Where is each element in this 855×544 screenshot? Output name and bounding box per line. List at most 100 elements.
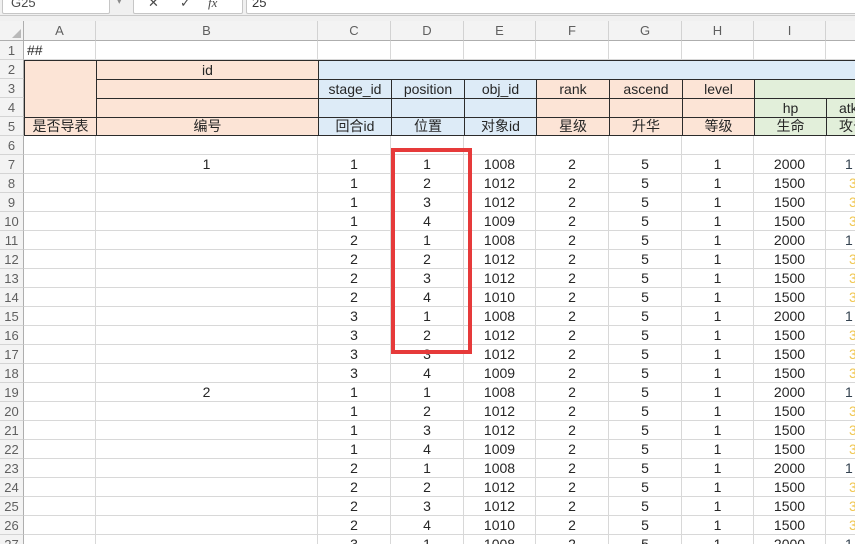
cell-C11[interactable]: 2 [318,231,391,250]
cell-J15[interactable]: 1 [826,307,855,326]
cell-G7[interactable]: 5 [609,155,682,174]
row-header-26[interactable]: 26 [0,516,24,535]
cell-J13[interactable]: 3 [826,269,855,288]
cell-G15[interactable]: 5 [609,307,682,326]
cell-H13[interactable]: 1 [682,269,754,288]
cell-J26[interactable]: 3 [826,516,855,535]
cell-I21[interactable]: 1500 [754,421,826,440]
cell-H19[interactable]: 1 [682,383,754,402]
cell-C21[interactable]: 1 [318,421,391,440]
cell-F20[interactable]: 2 [536,402,609,421]
cell-J7[interactable]: 1 [826,155,855,174]
cell-C25[interactable]: 2 [318,497,391,516]
cell-H15[interactable]: 1 [682,307,754,326]
cell-I23[interactable]: 2000 [754,459,826,478]
cell-C19[interactable]: 1 [318,383,391,402]
cell-B18[interactable] [96,364,318,383]
cell-J21[interactable]: 3 [826,421,855,440]
cell-F3-rank[interactable]: rank [536,79,609,98]
cell-C17[interactable]: 3 [318,345,391,364]
cell-F18[interactable]: 2 [536,364,609,383]
cell-G12[interactable]: 5 [609,250,682,269]
cell-E21[interactable]: 1012 [464,421,536,440]
cell-G9[interactable]: 5 [609,193,682,212]
row-header-21[interactable]: 21 [0,421,24,440]
cell-A16[interactable] [24,326,96,345]
cell-J9[interactable]: 3 [826,193,855,212]
cell-D10[interactable]: 4 [391,212,464,231]
cell-B2-id[interactable]: id [96,60,318,79]
select-all-corner[interactable] [0,21,24,41]
cell-G6[interactable] [609,136,682,155]
cell-I1[interactable] [754,41,826,60]
row-header-17[interactable]: 17 [0,345,24,364]
cell-D19[interactable]: 1 [391,383,464,402]
cell-H18[interactable]: 1 [682,364,754,383]
cell-H16[interactable]: 1 [682,326,754,345]
cell-C8[interactable]: 1 [318,174,391,193]
cell-G3-ascend[interactable]: ascend [609,79,682,98]
cell-D24[interactable]: 2 [391,478,464,497]
cell-D13[interactable]: 3 [391,269,464,288]
cell-A6[interactable] [24,136,96,155]
cell-D22[interactable]: 4 [391,440,464,459]
row-header-13[interactable]: 13 [0,269,24,288]
cell-G13[interactable]: 5 [609,269,682,288]
cell-B13[interactable] [96,269,318,288]
cell-C20[interactable]: 1 [318,402,391,421]
cell-C26[interactable]: 2 [318,516,391,535]
cell-A11[interactable] [24,231,96,250]
cell-G26[interactable]: 5 [609,516,682,535]
cell-E9[interactable]: 1012 [464,193,536,212]
cell-D9[interactable]: 3 [391,193,464,212]
cell-D21[interactable]: 3 [391,421,464,440]
row-header-11[interactable]: 11 [0,231,24,250]
cell-I24[interactable]: 1500 [754,478,826,497]
cell-G10[interactable]: 5 [609,212,682,231]
cell-E10[interactable]: 1009 [464,212,536,231]
cell-G14[interactable]: 5 [609,288,682,307]
row-header-6[interactable]: 6 [0,136,24,155]
cell-A26[interactable] [24,516,96,535]
cell-C1[interactable] [318,41,391,60]
cell-H4[interactable] [682,98,754,117]
cell-J19[interactable]: 1 [826,383,855,402]
cell-C24[interactable]: 2 [318,478,391,497]
cell-E18[interactable]: 1009 [464,364,536,383]
cell-I10[interactable]: 1500 [754,212,826,231]
cell-D26[interactable]: 4 [391,516,464,535]
cell-J17[interactable]: 3 [826,345,855,364]
cell-E25[interactable]: 1012 [464,497,536,516]
cell-F22[interactable]: 2 [536,440,609,459]
cell-B7[interactable]: 1 [96,155,318,174]
cell-A25[interactable] [24,497,96,516]
cell-C13[interactable]: 2 [318,269,391,288]
column-header-J[interactable] [826,21,855,41]
cell-F23[interactable]: 2 [536,459,609,478]
cell-G22[interactable]: 5 [609,440,682,459]
cell-D6[interactable] [391,136,464,155]
row-header-12[interactable]: 12 [0,250,24,269]
name-box-dropdown-icon[interactable]: ▾ [117,0,122,7]
cell-H11[interactable]: 1 [682,231,754,250]
cell-F9[interactable]: 2 [536,193,609,212]
cell-B23[interactable] [96,459,318,478]
row-header-10[interactable]: 10 [0,212,24,231]
cell-A2-A4-merged[interactable] [24,60,96,117]
cell-E3-obj-id[interactable]: obj_id [464,79,536,98]
cell-J5-atk[interactable]: 攻击 [826,117,855,136]
cell-H20[interactable]: 1 [682,402,754,421]
cell-D23[interactable]: 1 [391,459,464,478]
cell-B11[interactable] [96,231,318,250]
cell-F16[interactable]: 2 [536,326,609,345]
cell-E20[interactable]: 1012 [464,402,536,421]
cell-D7[interactable]: 1 [391,155,464,174]
name-box[interactable]: G25 [2,0,110,14]
cell-I20[interactable]: 1500 [754,402,826,421]
cell-D17[interactable]: 3 [391,345,464,364]
row-header-5[interactable]: 5 [0,117,24,136]
cell-I9[interactable]: 1500 [754,193,826,212]
cell-H8[interactable]: 1 [682,174,754,193]
cell-A21[interactable] [24,421,96,440]
cell-C4[interactable] [318,98,391,117]
